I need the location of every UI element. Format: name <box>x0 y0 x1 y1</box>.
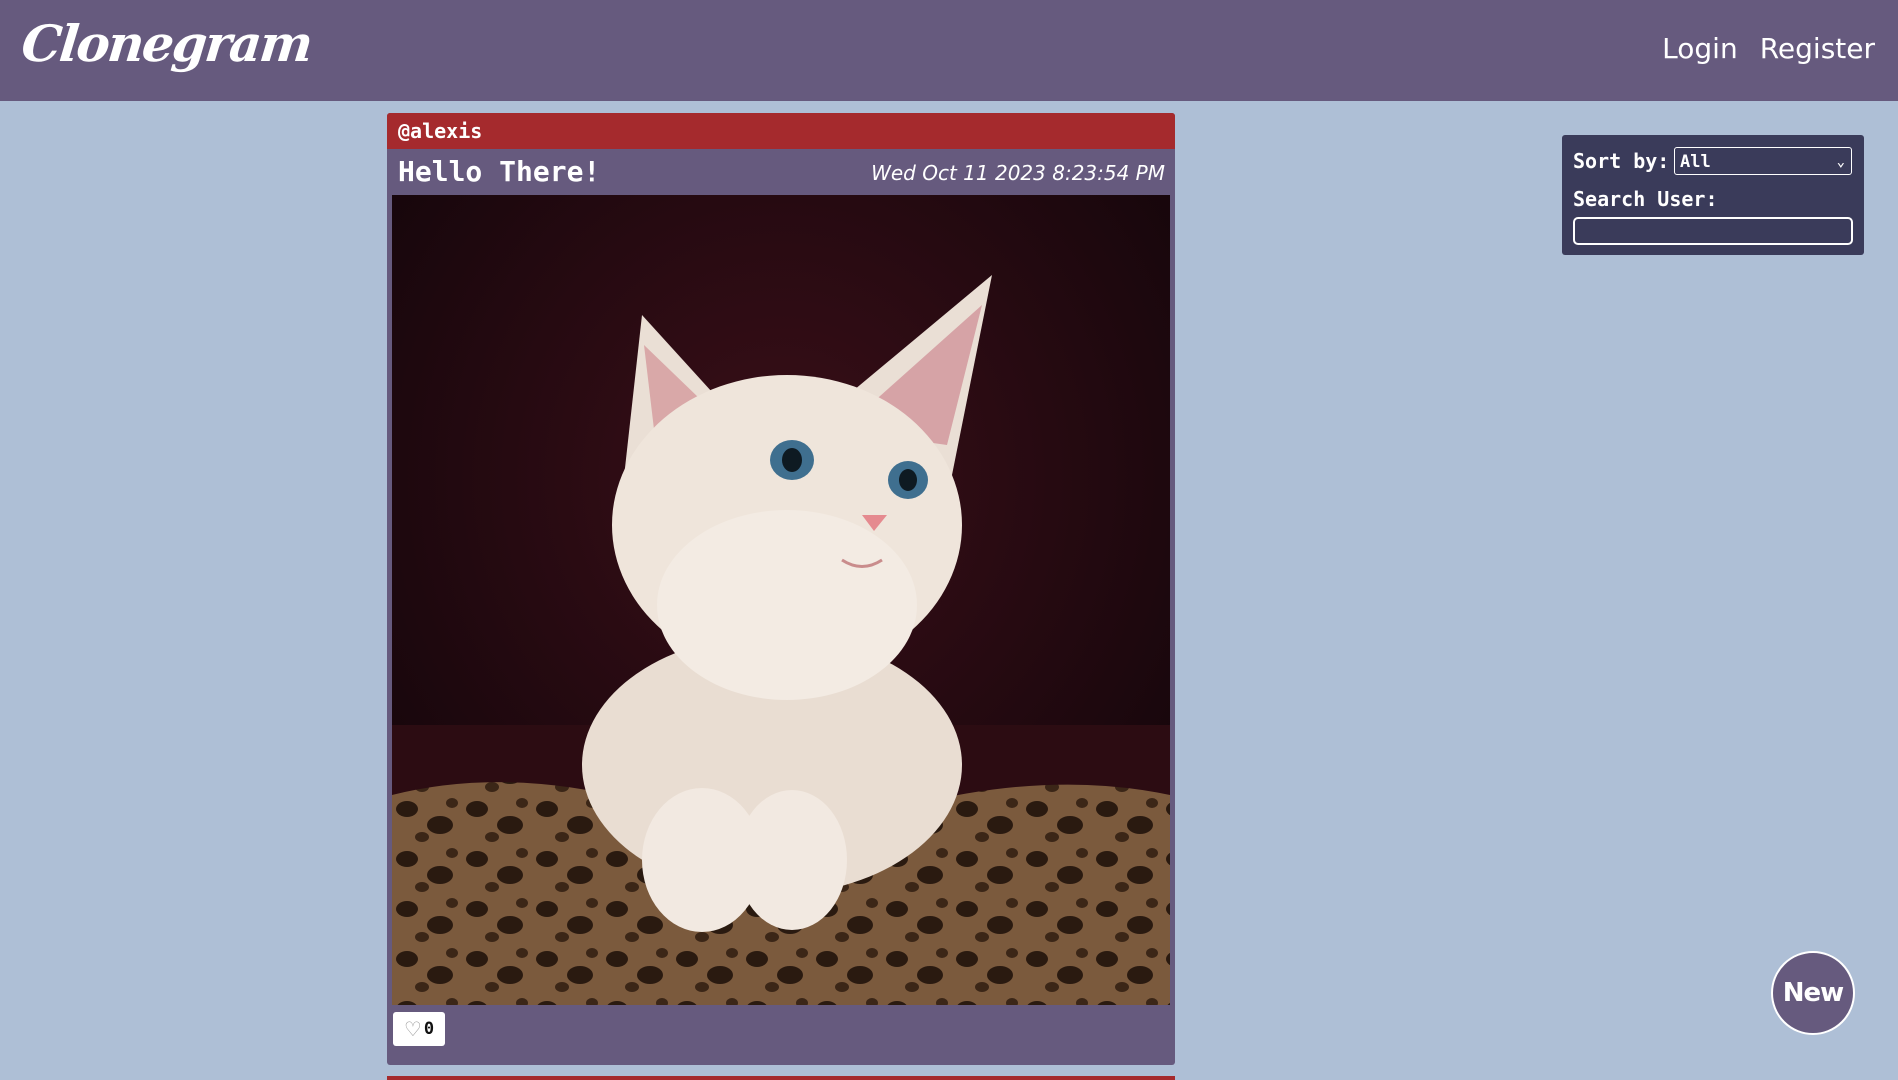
new-post-button[interactable]: New <box>1771 951 1855 1035</box>
chevron-down-icon: ⌄ <box>1836 154 1845 170</box>
like-button[interactable]: ♡ 0 <box>393 1012 445 1046</box>
heart-outline-icon: ♡ <box>403 1017 422 1041</box>
post-card: @alexis Hello There! Wed Oct 11 2023 8:2… <box>387 113 1175 1065</box>
next-post-edge <box>387 1076 1175 1080</box>
search-user-label: Search User: <box>1573 187 1718 211</box>
post-username[interactable]: @alexis <box>387 113 1175 149</box>
like-count: 0 <box>423 1019 435 1039</box>
post-image <box>392 195 1170 1005</box>
search-user-input[interactable] <box>1573 217 1853 245</box>
sort-select[interactable]: All ⌄ <box>1674 147 1852 175</box>
brand-logo[interactable]: Clonegram <box>19 14 314 73</box>
filter-panel: Sort by: All ⌄ Search User: <box>1562 135 1864 255</box>
sort-label: Sort by: <box>1573 149 1670 173</box>
post-title: Hello There! <box>398 155 601 188</box>
top-navbar: Clonegram Login Register <box>0 0 1898 101</box>
register-link[interactable]: Register <box>1760 32 1875 65</box>
login-link[interactable]: Login <box>1662 32 1738 65</box>
sort-select-value: All <box>1680 152 1711 172</box>
post-date: Wed Oct 11 2023 8:23:54 PM <box>871 161 1165 185</box>
post-header: Hello There! Wed Oct 11 2023 8:23:54 PM <box>387 149 1175 195</box>
kitten-photo <box>392 195 1170 1005</box>
nav-links: Login Register <box>1662 32 1875 65</box>
